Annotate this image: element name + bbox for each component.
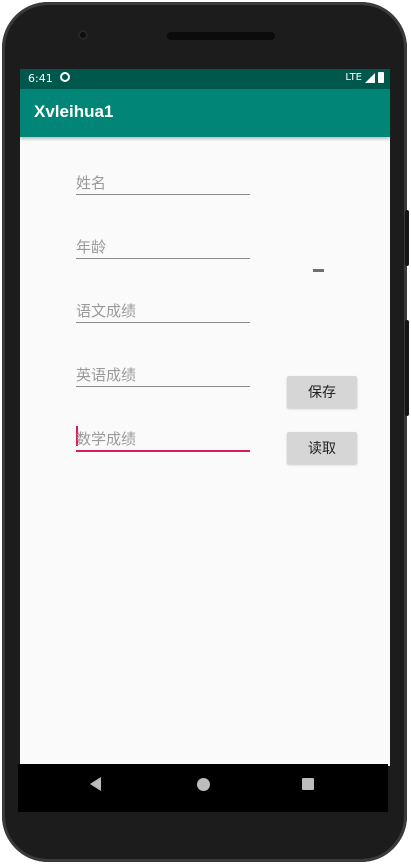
age-field[interactable]: 年龄 <box>76 234 250 259</box>
math-score-hint: 数学成绩 <box>76 430 137 448</box>
app-bar: Xvleihua1 <box>20 89 390 137</box>
chinese-score-field[interactable]: 语文成绩 <box>76 298 250 323</box>
status-time: 6:41 <box>28 72 53 85</box>
name-hint: 姓名 <box>76 174 107 192</box>
battery-icon <box>378 72 384 83</box>
earpiece-speaker <box>167 32 275 40</box>
network-type: LTE <box>345 72 362 83</box>
power-button <box>405 210 409 266</box>
app-title: Xvleihua1 <box>34 102 114 121</box>
math-score-field[interactable]: 数学成绩 <box>76 426 250 452</box>
age-hint: 年龄 <box>76 238 107 256</box>
save-button[interactable]: 保存 <box>287 376 357 408</box>
signal-icon <box>365 72 375 83</box>
result-display <box>313 269 324 272</box>
english-score-field[interactable]: 英语成绩 <box>76 362 250 387</box>
device-frame: 6:41 LTE Xvleihua1 姓名 年龄 语文成绩 英语成绩 数学成绩 <box>2 2 409 862</box>
nav-recents-icon[interactable] <box>302 778 314 790</box>
read-button[interactable]: 读取 <box>287 432 357 464</box>
english-score-hint: 英语成绩 <box>76 366 137 384</box>
navigation-bar <box>18 764 388 812</box>
front-camera <box>78 30 88 40</box>
nav-home-icon[interactable] <box>197 778 210 791</box>
chinese-score-hint: 语文成绩 <box>76 302 137 320</box>
name-field[interactable]: 姓名 <box>76 170 250 195</box>
nav-back-icon[interactable] <box>90 777 101 791</box>
app-screen: 6:41 LTE Xvleihua1 姓名 年龄 语文成绩 英语成绩 数学成绩 <box>20 69 390 766</box>
status-bar: 6:41 LTE <box>20 69 390 89</box>
sync-icon <box>60 72 70 82</box>
volume-button <box>405 320 409 416</box>
status-indicators: LTE <box>345 72 384 83</box>
